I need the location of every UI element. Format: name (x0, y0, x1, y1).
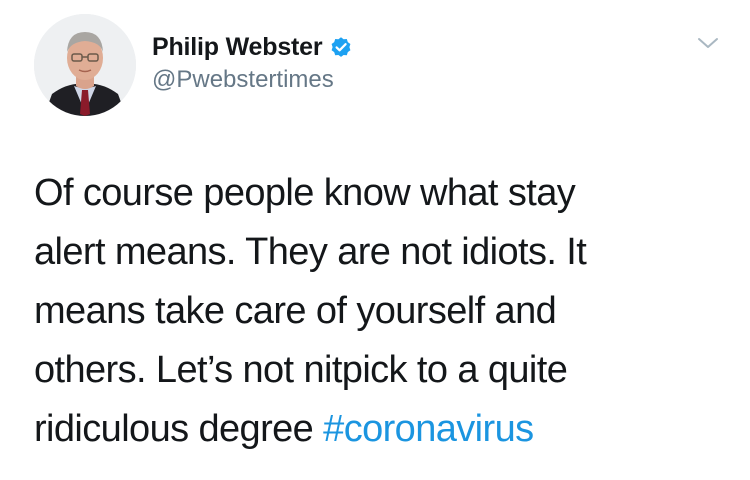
hashtag-link[interactable]: #coronavirus (323, 408, 534, 450)
author-display-name[interactable]: Philip Webster (152, 33, 323, 62)
tweet-text: Of course people know what stay alert me… (34, 164, 724, 459)
tweet-text-line: alert means. They are not idiots. It (34, 231, 587, 273)
tweet-text-line: ridiculous degree (34, 408, 324, 450)
avatar[interactable] (34, 14, 136, 116)
tweet-text-line: means take care of yourself and (34, 290, 557, 332)
tweet-text-line: Of course people know what stay (34, 172, 576, 214)
author-handle[interactable]: @Pwebstertimes (152, 66, 334, 94)
tweet-card: Philip Webster @Pwebstertimes Of course … (0, 0, 750, 480)
verified-badge-icon (329, 35, 353, 59)
chevron-down-icon[interactable] (695, 30, 721, 56)
tweet-text-line: others. Let’s not nitpick to a quite (34, 349, 568, 391)
avatar-image (34, 14, 136, 116)
author-name-row[interactable]: Philip Webster (152, 30, 353, 64)
